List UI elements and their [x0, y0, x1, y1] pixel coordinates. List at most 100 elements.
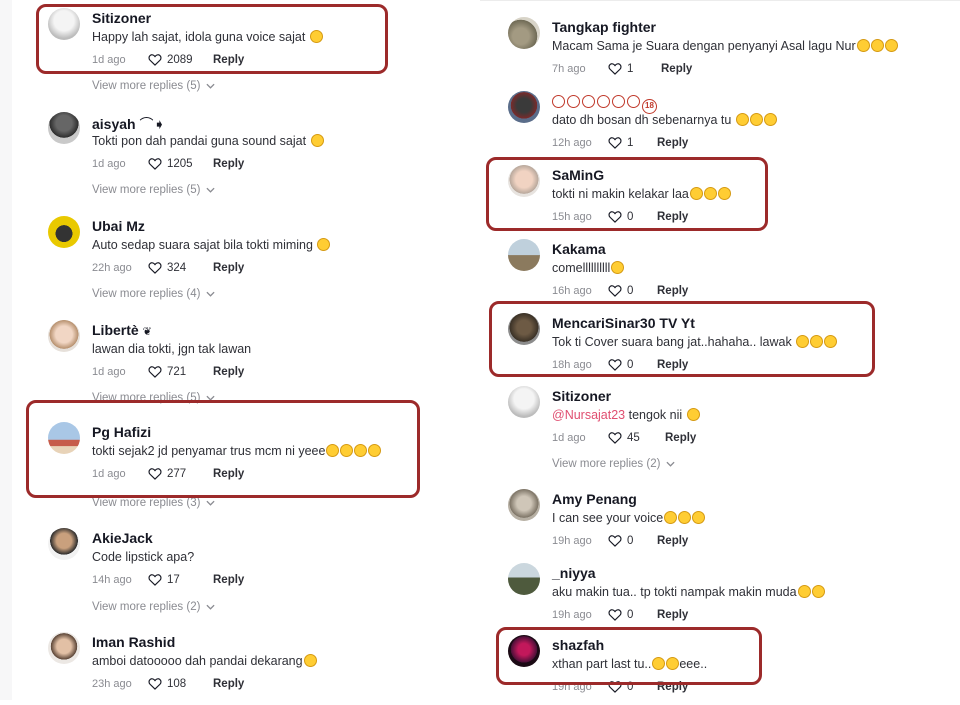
avatar[interactable] — [508, 563, 540, 595]
comment-username[interactable]: Tangkap fighter — [552, 19, 656, 35]
mention-link[interactable]: @Nursajat23 — [552, 408, 625, 422]
view-more-replies[interactable]: View more replies (5) — [92, 392, 216, 404]
comment-username[interactable]: 18 — [552, 93, 657, 114]
moon-icon: ⌒➧ — [139, 116, 166, 132]
avatar[interactable] — [508, 635, 540, 667]
reply-button[interactable]: Reply — [661, 63, 692, 75]
emoji-icon — [686, 408, 700, 421]
comment-username[interactable]: Libertè ❦ — [92, 322, 152, 338]
comment-time: 14h ago — [92, 573, 132, 586]
comment-username[interactable]: Iman Rashid — [92, 634, 175, 650]
comment: Tangkap fighter Macam Sama je Suara deng… — [508, 17, 948, 87]
reply-button[interactable]: Reply — [657, 359, 688, 371]
avatar[interactable] — [508, 313, 540, 345]
heart-icon[interactable] — [148, 157, 162, 170]
comment: 18 dato dh bosan dh sebenarnya tu 12h ag… — [508, 91, 948, 161]
comment-username[interactable]: Amy Penang — [552, 491, 637, 507]
avatar[interactable] — [48, 320, 80, 352]
comment: Sitizoner @Nursajat23 tengok nii 1d ago … — [508, 386, 948, 456]
avatar[interactable] — [508, 17, 540, 49]
like-count: 1205 — [167, 157, 193, 170]
emoji-icon — [796, 335, 810, 348]
avatar[interactable] — [48, 422, 80, 454]
avatar[interactable] — [48, 8, 80, 40]
emoji-icon — [735, 113, 749, 126]
reply-button[interactable]: Reply — [213, 262, 244, 274]
heart-icon[interactable] — [608, 680, 622, 693]
emoji-icon — [326, 444, 340, 457]
comment-username[interactable]: Kakama — [552, 241, 606, 257]
avatar[interactable] — [508, 489, 540, 521]
heart-icon[interactable] — [148, 365, 162, 378]
comment-text: comellllllllll — [552, 261, 625, 275]
reply-button[interactable]: Reply — [665, 432, 696, 444]
avatar[interactable] — [508, 165, 540, 197]
heart-icon[interactable] — [608, 62, 622, 75]
reply-button[interactable]: Reply — [213, 468, 244, 480]
comment-username[interactable]: _niyya — [552, 565, 596, 581]
comment-time: 16h ago — [552, 284, 592, 297]
emoji-icon — [810, 335, 824, 348]
comment-username[interactable]: MencariSinar30 TV Yt — [552, 315, 695, 331]
view-more-replies[interactable]: View more replies (3) — [92, 497, 216, 509]
avatar[interactable] — [48, 632, 80, 664]
comment: _niyya aku makin tua.. tp tokti nampak m… — [508, 563, 948, 633]
avatar[interactable] — [48, 528, 80, 560]
heart-icon[interactable] — [608, 136, 622, 149]
view-more-replies[interactable]: View more replies (5) — [92, 184, 216, 196]
heart-icon[interactable] — [608, 358, 622, 371]
heart-icon[interactable] — [148, 261, 162, 274]
heart-icon[interactable] — [608, 431, 622, 444]
comment-username[interactable]: Sitizoner — [92, 10, 151, 26]
heart-icon[interactable] — [608, 534, 622, 547]
emoji-icon — [340, 444, 354, 457]
comment-time: 12h ago — [552, 136, 592, 149]
comment-username[interactable]: Sitizoner — [552, 388, 611, 404]
heart-icon[interactable] — [148, 677, 162, 690]
heart-icon[interactable] — [148, 53, 162, 66]
view-more-replies[interactable]: View more replies (2) — [552, 458, 676, 470]
no-bicycle-icon — [597, 95, 610, 108]
comment-time: 19h ago — [552, 534, 592, 547]
reply-button[interactable]: Reply — [657, 535, 688, 547]
heart-icon[interactable] — [608, 210, 622, 223]
view-more-replies[interactable]: View more replies (5) — [92, 80, 216, 92]
avatar[interactable] — [48, 216, 80, 248]
comment-username[interactable]: Ubai Mz — [92, 218, 145, 234]
heart-icon[interactable] — [148, 573, 162, 586]
reply-button[interactable]: Reply — [657, 137, 688, 149]
heart-icon[interactable] — [608, 284, 622, 297]
avatar[interactable] — [508, 91, 540, 123]
reply-button[interactable]: Reply — [657, 609, 688, 621]
chevron-down-icon — [206, 604, 216, 610]
reply-button[interactable]: Reply — [213, 54, 244, 66]
comment-username[interactable]: SaMinG — [552, 167, 604, 183]
reply-button[interactable]: Reply — [213, 158, 244, 170]
avatar[interactable] — [508, 386, 540, 418]
comment-username[interactable]: AkieJack — [92, 530, 153, 546]
comment-username[interactable]: Pg Hafizi — [92, 424, 151, 440]
no-pedestrian-icon — [612, 95, 625, 108]
reply-button[interactable]: Reply — [657, 285, 688, 297]
view-more-replies[interactable]: View more replies (2) — [92, 601, 216, 613]
reply-button[interactable]: Reply — [657, 681, 688, 693]
reply-button[interactable]: Reply — [213, 574, 244, 586]
avatar[interactable] — [48, 112, 80, 144]
reply-button[interactable]: Reply — [657, 211, 688, 223]
chevron-down-icon — [206, 500, 216, 506]
avatar[interactable] — [508, 239, 540, 271]
comment-meta: 19h ago 0 Reply — [552, 534, 688, 547]
heart-icon[interactable] — [608, 608, 622, 621]
view-more-replies[interactable]: View more replies (4) — [92, 288, 216, 300]
comment-text: aku makin tua.. tp tokti nampak makin mu… — [552, 585, 825, 599]
emoji-icon — [884, 39, 898, 52]
comment-time: 23h ago — [92, 677, 132, 690]
comment-text: Code lipstick apa? — [92, 550, 195, 564]
comment-meta: 12h ago 1 Reply — [552, 136, 688, 149]
emoji-icon — [797, 585, 811, 598]
comment-username[interactable]: aisyah ⌒➧ — [92, 114, 165, 134]
reply-button[interactable]: Reply — [213, 366, 244, 378]
heart-icon[interactable] — [148, 467, 162, 480]
reply-button[interactable]: Reply — [213, 678, 244, 690]
comment-username[interactable]: shazfah — [552, 637, 604, 653]
